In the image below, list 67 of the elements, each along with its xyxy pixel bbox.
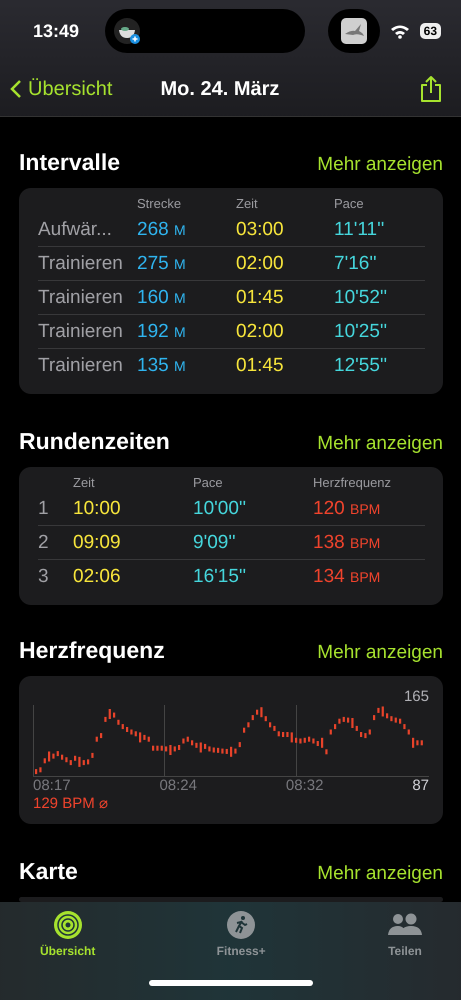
time-cell: 03:00 — [236, 213, 334, 247]
interval-label: Trainieren — [38, 315, 137, 349]
more-link[interactable]: Mehr anzeigen — [317, 863, 443, 885]
bird-icon — [340, 18, 367, 44]
distance-cell: 268 M — [137, 213, 236, 247]
time-cell: 09:09 — [73, 526, 193, 560]
pace-cell: 11'11'' — [334, 213, 425, 247]
column-header: Pace — [334, 196, 365, 213]
back-link[interactable]: Übersicht — [10, 78, 112, 100]
runner-icon — [226, 910, 256, 940]
interval-label: Trainieren — [38, 354, 124, 378]
section-title: Herzfrequenz — [19, 637, 165, 664]
section-title: Karte — [19, 858, 78, 885]
share-icon — [419, 75, 443, 103]
pace-cell: 7'16'' — [334, 247, 425, 281]
time-cell: 02:00 — [236, 315, 334, 349]
tab-item[interactable]: Fitness+ — [216, 910, 266, 958]
column-header: Zeit — [73, 475, 96, 492]
interval-label: Trainieren — [38, 247, 137, 281]
distance-cell-text: 135 M — [137, 354, 187, 378]
pace-cell: 9'09'' — [193, 526, 313, 560]
section-title: Rundenzeiten — [19, 428, 170, 455]
pace-cell: 10'52'' — [334, 281, 425, 315]
axis-max-label: 165 — [404, 688, 429, 705]
chevron-left-icon — [10, 79, 22, 99]
tab-item[interactable]: Übersicht — [40, 910, 96, 958]
distance-cell: 192 M — [137, 315, 236, 349]
pace-cell: 10'25'' — [334, 315, 425, 349]
page-title: Mo. 24. März — [160, 78, 280, 100]
tab-item[interactable]: Teilen — [386, 910, 423, 958]
lap-number: 2 — [38, 526, 73, 560]
column-header: Zeit — [236, 196, 259, 213]
average-heart-rate: 129 BPM ⌀ — [33, 794, 109, 812]
more-link[interactable]: Mehr anzeigen — [317, 642, 443, 664]
time-cell-text: 01:45 — [236, 354, 285, 378]
pace-cell-text: 16'15'' — [193, 565, 248, 589]
more-link[interactable]: Mehr anzeigen — [317, 154, 443, 176]
pace-cell: 10'00'' — [193, 492, 313, 526]
column-header: Pace — [193, 475, 224, 492]
heart-rate-cell: 120 BPM — [313, 492, 425, 526]
time-axis-label: 08:24 — [159, 777, 198, 794]
time-axis-label: 08:32 — [286, 777, 324, 794]
lap-number: 3 — [38, 565, 50, 589]
distance-cell: 275 M — [137, 247, 236, 281]
section-title: Intervalle — [19, 149, 120, 176]
axis-min-label: 87 — [412, 777, 429, 794]
wifi-icon — [390, 24, 410, 38]
battery-level: 63 — [420, 23, 441, 39]
pace-cell-text: 12'55'' — [334, 354, 388, 378]
lap-number: 1 — [38, 492, 73, 526]
bowl-icon — [113, 17, 141, 45]
column-header: Strecke — [137, 196, 182, 213]
time-cell: 01:45 — [236, 281, 334, 315]
interval-label: Aufwär... — [38, 213, 137, 247]
status-time: 13:49 — [33, 20, 80, 42]
back-label: Übersicht — [28, 78, 112, 100]
time-cell: 02:00 — [236, 247, 334, 281]
time-cell: 10:00 — [73, 492, 193, 526]
more-link[interactable]: Mehr anzeigen — [317, 433, 443, 455]
interval-label: Trainieren — [38, 281, 137, 315]
activity-rings-icon — [52, 910, 83, 940]
column-header: Herzfrequenz — [313, 475, 392, 492]
distance-cell: 160 M — [137, 281, 236, 315]
heart-rate-cell-text: 134 BPM — [313, 565, 382, 589]
time-cell-text: 02:06 — [73, 565, 122, 589]
time-axis-label: 08:17 — [33, 777, 72, 794]
heart-rate-cell: 138 BPM — [313, 526, 425, 560]
